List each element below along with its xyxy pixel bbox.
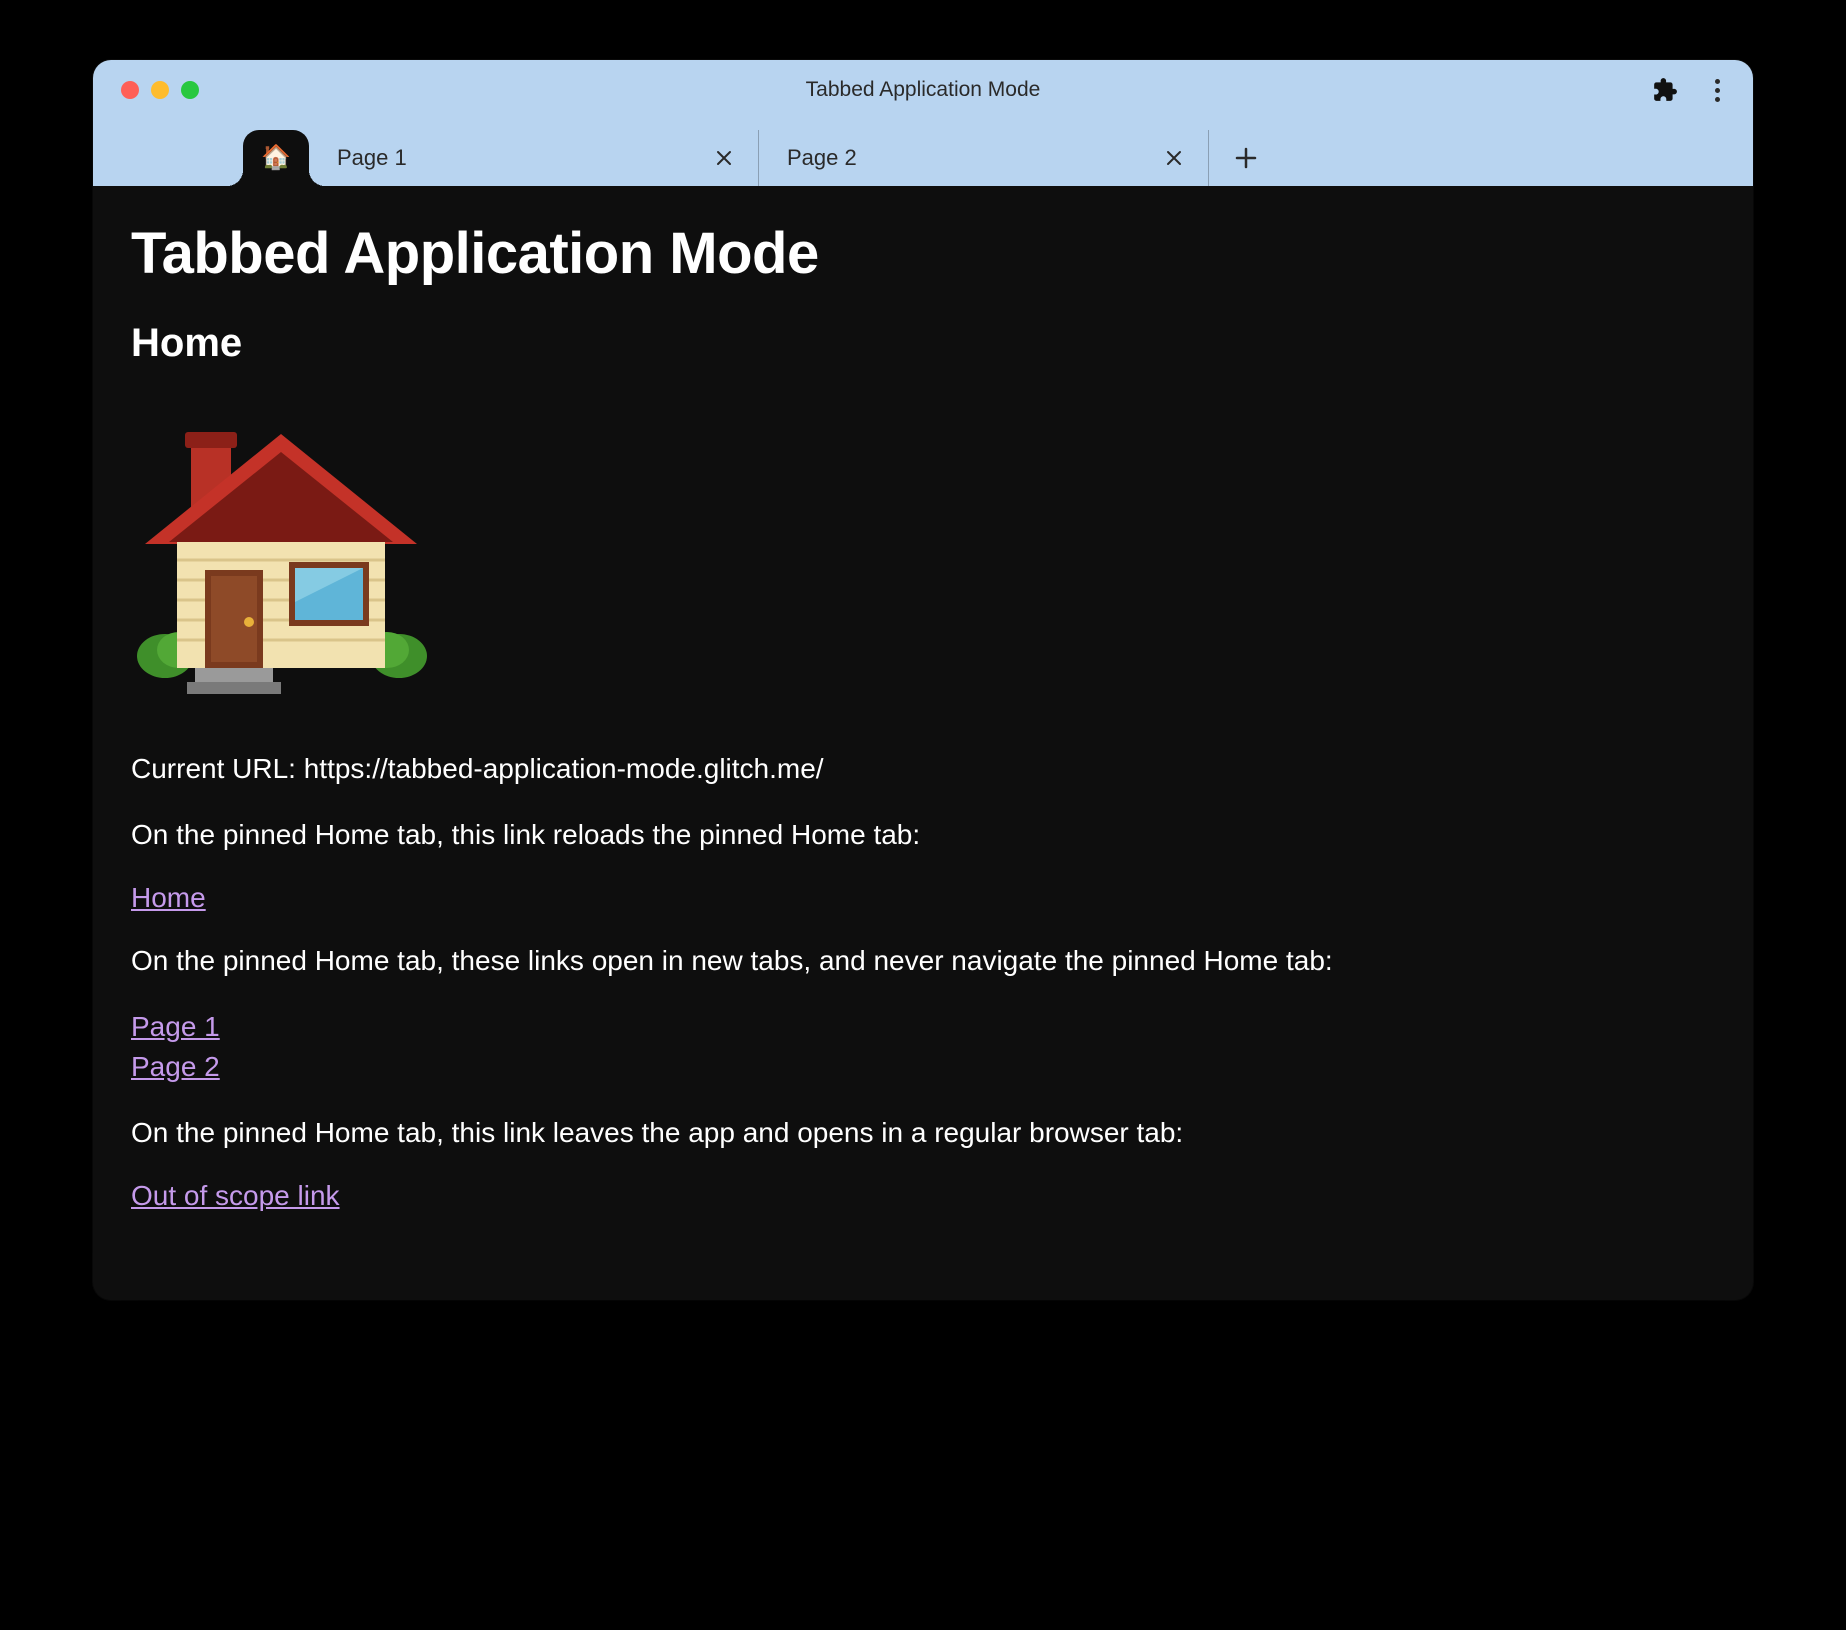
page-content: Tabbed Application Mode Home — [93, 186, 1753, 1300]
titlebar: Tabbed Application Mode 🏠 Page 1 — [93, 60, 1753, 186]
tabstrip: 🏠 Page 1 Page 2 — [93, 120, 1753, 186]
window-actions — [1651, 76, 1731, 104]
link-out-of-scope[interactable]: Out of scope link — [131, 1180, 1715, 1212]
titlebar-top: Tabbed Application Mode — [93, 60, 1753, 120]
app-window: Tabbed Application Mode 🏠 Page 1 — [93, 60, 1753, 1300]
tab-label: Page 2 — [787, 145, 857, 171]
house-icon: 🏠 — [261, 146, 291, 170]
extensions-icon[interactable] — [1651, 76, 1679, 104]
paragraph-outofscope: On the pinned Home tab, this link leaves… — [131, 1114, 1715, 1152]
paragraph-reload: On the pinned Home tab, this link reload… — [131, 816, 1715, 854]
tab-pinned-home[interactable]: 🏠 — [243, 130, 309, 186]
tab-page-1[interactable]: Page 1 — [309, 130, 759, 186]
close-icon[interactable] — [710, 144, 738, 172]
close-icon[interactable] — [1160, 144, 1188, 172]
new-tab-button[interactable] — [1221, 133, 1271, 183]
kebab-menu-button[interactable] — [1703, 76, 1731, 104]
tab-label: Page 1 — [337, 145, 407, 171]
page-subtitle: Home — [131, 321, 1715, 366]
page-title: Tabbed Application Mode — [131, 220, 1715, 287]
traffic-lights — [93, 60, 199, 120]
paragraph-newtabs: On the pinned Home tab, these links open… — [131, 942, 1715, 980]
tab-page-2[interactable]: Page 2 — [759, 130, 1209, 186]
current-url-text: Current URL: https://tabbed-application-… — [131, 750, 1715, 788]
window-maximize-button[interactable] — [181, 81, 199, 99]
window-close-button[interactable] — [121, 81, 139, 99]
house-icon — [131, 402, 431, 702]
link-home[interactable]: Home — [131, 882, 1715, 914]
window-minimize-button[interactable] — [151, 81, 169, 99]
link-page-2[interactable]: Page 2 — [131, 1047, 1715, 1086]
link-group-pages: Page 1 Page 2 — [131, 1007, 1715, 1085]
link-page-1[interactable]: Page 1 — [131, 1007, 1715, 1046]
window-title: Tabbed Application Mode — [806, 78, 1041, 102]
